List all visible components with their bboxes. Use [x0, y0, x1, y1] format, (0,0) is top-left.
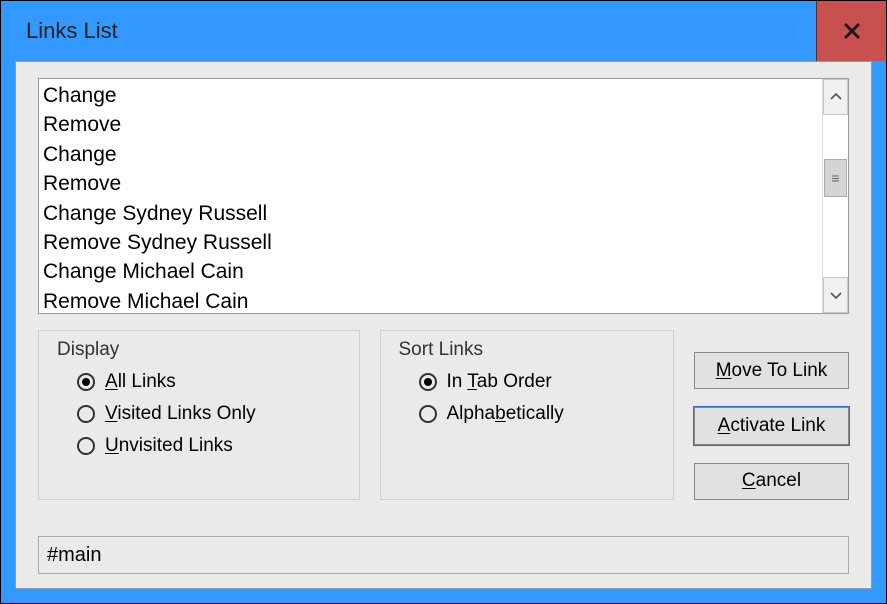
list-item[interactable]: Change Michael Cain: [43, 257, 818, 286]
list-item[interactable]: Change: [43, 140, 818, 169]
radio-alphabetically[interactable]: Alphabetically: [419, 403, 656, 425]
links-listbox[interactable]: Change Remove Change Remove Change Sydne…: [38, 78, 849, 314]
status-text: #main: [47, 544, 101, 567]
radio-visited-links[interactable]: Visited Links Only: [77, 403, 341, 425]
sort-legend: Sort Links: [399, 339, 656, 361]
scroll-down-button[interactable]: [823, 277, 848, 313]
chevron-down-icon: [830, 291, 842, 299]
radio-indicator: [77, 373, 95, 391]
display-group: Display All Links Visited Links Only Unv…: [38, 330, 360, 500]
list-item[interactable]: Remove Michael Cain: [43, 287, 818, 313]
scrollbar-thumb[interactable]: ≡: [824, 159, 847, 197]
scrollbar-track[interactable]: ≡: [823, 115, 848, 277]
radio-label: All Links: [105, 371, 176, 393]
radio-indicator: [419, 405, 437, 423]
sort-group: Sort Links In Tab Order Alphabetically: [380, 330, 675, 500]
window-title: Links List: [26, 18, 118, 44]
radio-tab-order[interactable]: In Tab Order: [419, 371, 656, 393]
chevron-up-icon: [830, 93, 842, 101]
list-item[interactable]: Remove Sydney Russell: [43, 228, 818, 257]
list-item[interactable]: Change: [43, 81, 818, 110]
radio-indicator: [77, 437, 95, 455]
window-frame: Links List Change Remove Change Remove C…: [0, 0, 887, 604]
scroll-up-button[interactable]: [823, 79, 848, 115]
list-item[interactable]: Change Sydney Russell: [43, 199, 818, 228]
move-to-link-button[interactable]: Move To Link: [694, 352, 849, 389]
options-row: Display All Links Visited Links Only Unv…: [38, 330, 849, 500]
display-legend: Display: [57, 339, 341, 361]
status-bar: #main: [38, 536, 849, 574]
button-column: Move To Link Activate Link Cancel: [694, 330, 849, 500]
radio-label: Unvisited Links: [105, 435, 233, 457]
list-item[interactable]: Remove: [43, 110, 818, 139]
list-item[interactable]: Remove: [43, 169, 818, 198]
title-bar: Links List: [1, 1, 886, 61]
close-button[interactable]: [816, 1, 886, 61]
radio-label: Visited Links Only: [105, 403, 256, 425]
radio-unvisited-links[interactable]: Unvisited Links: [77, 435, 341, 457]
radio-indicator: [419, 373, 437, 391]
radio-label: Alphabetically: [447, 403, 564, 425]
scrollbar-vertical[interactable]: ≡: [822, 79, 848, 313]
links-list-content: Change Remove Change Remove Change Sydne…: [39, 79, 822, 313]
radio-all-links[interactable]: All Links: [77, 371, 341, 393]
client-area: Change Remove Change Remove Change Sydne…: [15, 61, 872, 589]
close-icon: [842, 21, 862, 41]
activate-link-button[interactable]: Activate Link: [694, 407, 849, 444]
radio-indicator: [77, 405, 95, 423]
cancel-button[interactable]: Cancel: [694, 463, 849, 500]
radio-label: In Tab Order: [447, 371, 552, 393]
